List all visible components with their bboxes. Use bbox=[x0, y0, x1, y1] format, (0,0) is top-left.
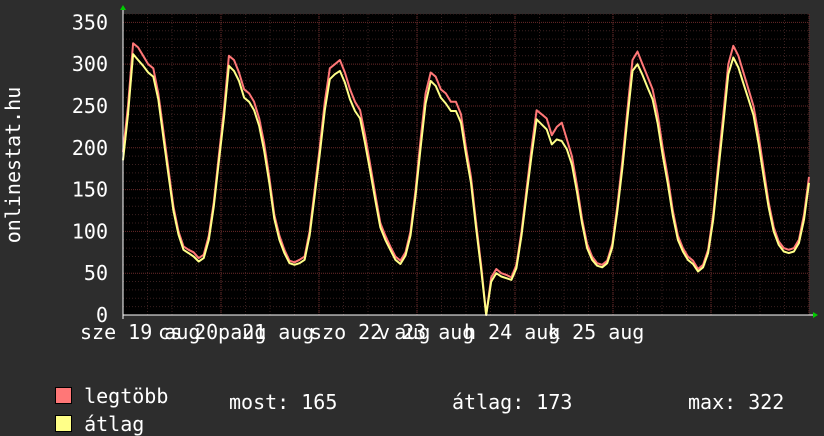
x-tick-label: p 21 aug bbox=[218, 320, 314, 344]
y-tick-label: 250 bbox=[72, 94, 108, 118]
legend-item-atlag: átlag bbox=[31, 391, 144, 435]
legend-item-legtobb: legtöbb bbox=[31, 363, 168, 407]
x-axis-arrow-icon bbox=[813, 312, 818, 318]
chart: 050100150200250300350sze 19 augcs 20 aug… bbox=[1, 5, 818, 344]
stat-average: átlag: 173 bbox=[452, 390, 573, 414]
x-tick-label: v 23 aug bbox=[378, 320, 474, 344]
stat-max: max: 322 bbox=[688, 390, 785, 414]
y-tick-label: 350 bbox=[72, 10, 108, 34]
x-tick-label: k 25 aug bbox=[548, 320, 644, 344]
y-tick-label: 300 bbox=[72, 52, 108, 76]
y-axis-arrow-icon bbox=[120, 5, 126, 10]
x-tick-label: h 24 aug bbox=[464, 320, 560, 344]
y-tick-label: 200 bbox=[72, 136, 108, 160]
legend-label-atlag: átlag bbox=[84, 412, 145, 436]
legend-swatch-atlag bbox=[55, 415, 73, 432]
y-tick-label: 50 bbox=[84, 261, 108, 285]
y-tick-label: 100 bbox=[72, 219, 108, 243]
y-axis-label: onlinestat.hu bbox=[1, 87, 25, 244]
stat-now: most: 165 bbox=[229, 390, 338, 414]
y-tick-label: 150 bbox=[72, 178, 108, 202]
